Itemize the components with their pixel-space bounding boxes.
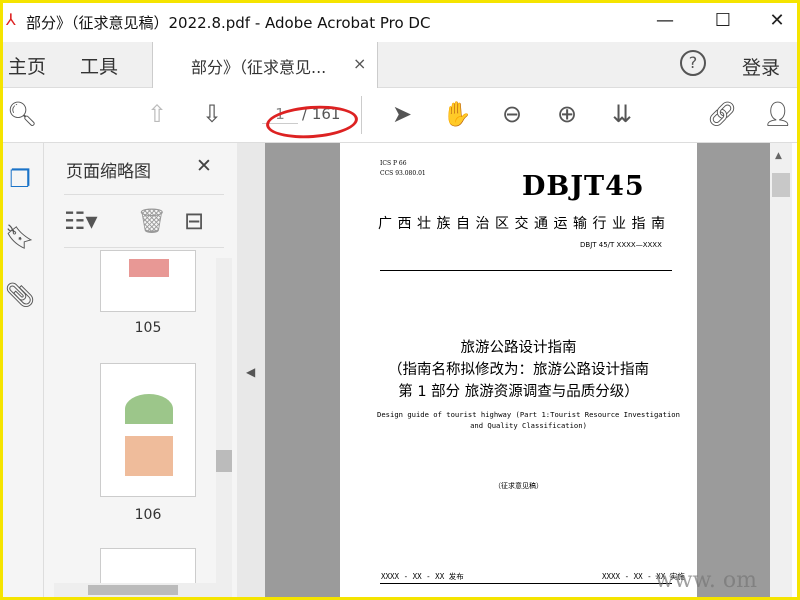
page-thumbnails-icon[interactable]: ❐: [4, 163, 36, 195]
left-rail: ❐ 🔖︎ 📎︎: [0, 143, 44, 600]
zoom-in-button[interactable]: ⊕: [551, 98, 583, 130]
org-name: 广西壮族自治区交通运输行业指南: [378, 216, 671, 232]
close-window-button[interactable]: ✕: [762, 8, 792, 34]
login-button[interactable]: 登录: [742, 53, 780, 80]
doc-title-line1: 旅游公路设计指南: [460, 340, 577, 356]
scroll-thumb[interactable]: [772, 173, 790, 197]
attachment-icon[interactable]: 📎︎: [4, 279, 36, 311]
maximize-button[interactable]: ☐: [708, 8, 738, 34]
draft-label: （征求意见稿）: [494, 482, 543, 490]
english-title-line2: and Quality Classification): [470, 421, 587, 430]
zoom-out-button[interactable]: ⊖: [496, 98, 528, 130]
divider: [361, 96, 362, 134]
tab-home[interactable]: 主页: [8, 52, 46, 79]
document-scrollbar[interactable]: ▲: [770, 143, 792, 600]
select-tool-icon[interactable]: ➤: [386, 98, 418, 130]
english-title-line1: Design guide of tourist highway (Part 1:…: [377, 410, 680, 419]
panel-collapse-strip[interactable]: ◀: [237, 143, 265, 600]
delete-page-icon[interactable]: 🗑︎: [136, 205, 168, 237]
tab-bar: 主页 工具 部分》（征求意见... × ? 登录: [0, 42, 800, 88]
thumbnail-label: 105: [134, 320, 162, 336]
panel-horizontal-scrollbar[interactable]: [54, 583, 232, 597]
insert-page-icon[interactable]: ⊟: [178, 205, 210, 237]
window-title: 部分》（征求意见稿）2022.8.pdf - Adobe Acrobat Pro…: [26, 14, 431, 32]
watermark-text: www. om: [655, 568, 757, 593]
panel-title: 页面缩略图: [66, 162, 151, 182]
thumbnail-label: 106: [134, 507, 162, 523]
fit-page-icon[interactable]: ⇊: [606, 98, 638, 130]
acrobat-logo-icon: ⅄: [6, 10, 16, 29]
tab-close-button[interactable]: ×: [353, 54, 366, 73]
thumbnail-page-106[interactable]: [100, 363, 196, 497]
next-page-button[interactable]: ⇩: [196, 98, 228, 130]
previous-page-button[interactable]: ⇧: [141, 98, 173, 130]
thumbnails-panel: 页面缩略图 ✕ ☷▾ 🗑︎ ⊟ 105 106: [44, 143, 237, 600]
tab-document[interactable]: 部分》（征求意见... ×: [152, 42, 378, 88]
standard-code: DBJT45: [522, 171, 645, 202]
doc-title-line2: （指南名称拟修改为：旅游公路设计指南: [388, 362, 649, 378]
thumbnail-options-icon[interactable]: ☷▾: [64, 205, 98, 237]
thumbnail-page-107[interactable]: [100, 548, 196, 588]
thumbnail-page-105[interactable]: [100, 250, 196, 312]
pdf-page: ICS P 66 CCS 93.080.01 DBJT45 广西壮族自治区交通运…: [340, 143, 697, 600]
minimize-button[interactable]: —: [650, 8, 680, 34]
collapse-arrow-icon[interactable]: ◀: [246, 365, 255, 379]
hand-tool-icon[interactable]: ✋: [441, 98, 473, 130]
toolbar: 🔍︎ ⇧ ⇩ 1 / 161 ➤ ✋ ⊖ ⊕ ⇊ 🔗︎ 👤︎: [0, 88, 800, 143]
title-bar: ⅄ 部分》（征求意见稿）2022.8.pdf - Adobe Acrobat P…: [0, 0, 800, 42]
tab-document-label: 部分》（征求意见...: [191, 58, 327, 77]
panel-close-button[interactable]: ✕: [196, 155, 212, 177]
bookmark-icon[interactable]: 🔖︎: [4, 221, 36, 253]
add-user-icon[interactable]: 👤︎: [762, 98, 794, 130]
standard-number: DBJT 45/T XXXX—XXXX: [580, 241, 662, 249]
search-icon[interactable]: 🔍︎: [6, 98, 38, 130]
ics-code: ICS P 66: [380, 160, 407, 167]
publish-date: XXXX - XX - XX 发布: [381, 572, 464, 581]
panel-scrollbar[interactable]: [216, 258, 232, 583]
share-link-icon[interactable]: 🔗︎: [706, 98, 738, 130]
help-button[interactable]: ?: [680, 50, 706, 76]
scroll-up-icon[interactable]: ▲: [775, 151, 782, 161]
tab-tools[interactable]: 工具: [80, 52, 118, 79]
doc-title-line3: 第 1 部分 旅游资源调查与品质分级）: [398, 384, 639, 400]
ccs-code: CCS 93.080.01: [380, 170, 426, 177]
